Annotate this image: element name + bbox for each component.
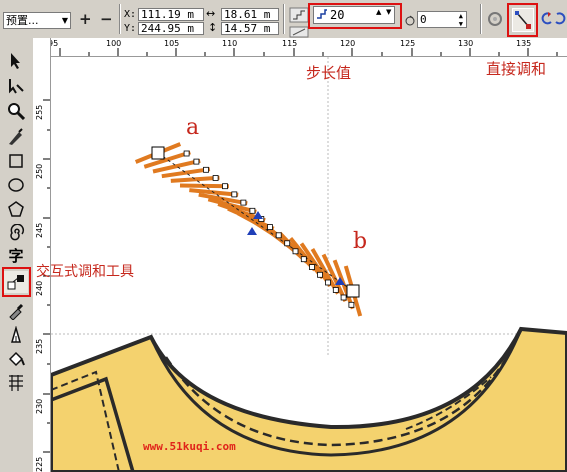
eyedropper-tool-icon[interactable] [4,300,28,322]
watermark: www.51kuqi.com [143,440,236,453]
polygon-tool-icon[interactable] [4,198,28,220]
blend-step-node [203,166,209,173]
ruler-ticks [43,99,50,453]
steps-annotation: 步长值 [306,64,352,82]
separator [283,4,285,34]
rotation-value: 0 [420,13,427,26]
blend-step-node [300,256,307,263]
ellipse-tool-icon[interactable] [4,174,28,196]
y-label: Y: [124,23,137,34]
blend-step-node [267,224,273,231]
height-arrow-icon: ↕ [208,21,218,34]
point-b-label: b [353,229,368,254]
blend-tool-annotation: 交互式调和工具 [36,264,134,280]
loop-blend-icon[interactable] [486,10,504,32]
blend-step-node [222,183,228,190]
separator [119,4,121,34]
blend-spacing-mode-icon[interactable] [289,23,309,38]
spin-up-icon[interactable]: ▲ [459,12,463,20]
direct-blend-annotation: 直接调和 [486,60,547,78]
point-a-label: a [186,115,200,140]
blend-step-node [183,150,190,157]
blend-step-node [348,301,355,308]
fill-tool-icon[interactable] [4,348,28,370]
freehand-tool-icon[interactable] [4,126,28,148]
blend-step-node [275,232,282,239]
blend-step-node [240,199,247,206]
blend-step-node [340,294,347,301]
blend-rotation-icon [404,12,416,31]
blend-step-node [332,287,339,293]
text-tool-icon[interactable]: 字 [4,244,28,266]
ruler-ticks [59,48,558,56]
blend-step-node [249,207,256,214]
blend-start-handle[interactable] [151,146,165,160]
direct-blend-highlight-box [507,3,538,37]
spin-down-icon[interactable]: ▼ [459,20,463,27]
height-field[interactable]: 14.57 m [221,22,279,35]
blend-rotation-field[interactable]: 0 ▲ ▼ [417,11,467,28]
clockwise-blend-icon[interactable] [540,10,554,32]
steps-highlight-box [308,3,402,29]
interactive-fill-tool-icon[interactable] [4,372,28,394]
width-field[interactable]: 18.61 m [221,8,279,21]
blend-stripe [161,167,211,179]
blend-step-node [193,158,200,165]
preset-value: 预置... [6,14,39,27]
outline-tool-icon[interactable] [4,324,28,346]
rectangle-tool-icon[interactable] [4,150,28,172]
blend-step-node [292,248,299,255]
blend-acceleration-handle[interactable] [247,227,257,235]
blend-stripe [170,175,220,183]
blend-steps-mode-icon[interactable] [289,7,309,23]
x-position-field[interactable]: 111.19 m [138,8,204,21]
blend-step-node [309,264,315,271]
spiral-tool-icon[interactable] [4,222,28,244]
chevron-down-icon: ▼ [61,16,68,25]
pick-tool-icon[interactable] [4,50,28,72]
blend-tool-highlight-box [2,267,31,297]
shape-tool-icon[interactable] [4,75,28,97]
horizontal-ruler[interactable]: 95 100 105 110 115 120 125 130 135 [33,38,567,57]
blend-step-node [325,279,331,286]
toolbox: 字 [0,38,34,472]
blend-step-node [231,191,238,198]
blend-end-handle[interactable] [346,284,360,298]
remove-preset-button[interactable]: − [100,10,113,28]
add-preset-button[interactable]: + [79,10,92,28]
property-bar: 预置... ▼ + − X: Y: 111.19 m 244.95 m ↔ ↕ … [0,0,567,39]
separator [480,4,482,34]
blend-step-node [284,240,291,247]
blend-step-node [212,175,219,181]
zoom-tool-icon[interactable] [4,100,28,122]
shirt-collar-artwork [51,326,567,472]
blend-step-node [317,271,323,278]
vertical-ruler[interactable]: 255 250 245 240 235 230 225 [33,38,51,472]
width-arrow-icon: ↔ [206,7,216,20]
blend-stripes[interactable] [134,142,363,317]
preset-dropdown[interactable]: 预置... ▼ [3,12,71,29]
y-position-field[interactable]: 244.95 m [138,22,204,35]
counterclockwise-blend-icon[interactable] [554,10,567,32]
x-label: X: [124,9,137,20]
